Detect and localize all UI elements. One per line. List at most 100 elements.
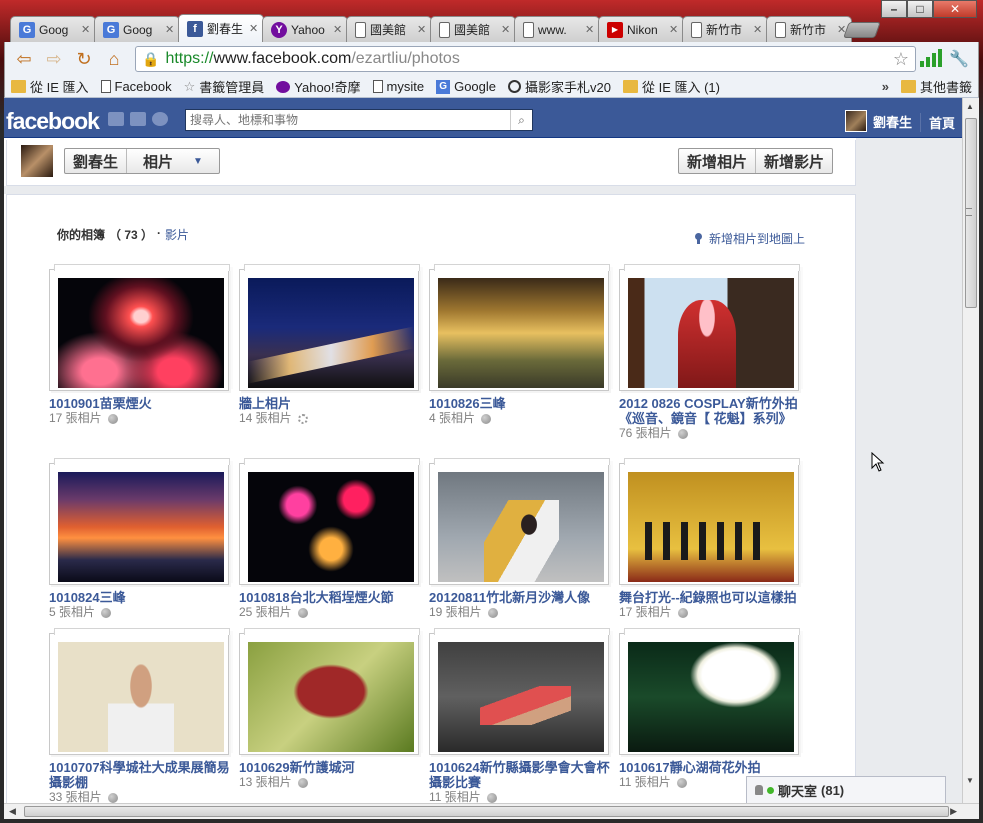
album-name[interactable]: 1010826三峰 bbox=[429, 396, 613, 411]
close-window-button[interactable]: ✕ bbox=[933, 0, 977, 18]
album-photo[interactable] bbox=[438, 278, 604, 388]
globe-icon[interactable] bbox=[297, 777, 308, 788]
close-icon[interactable]: ✕ bbox=[669, 23, 679, 36]
videos-link[interactable]: 影片 bbox=[165, 226, 189, 243]
add-video-button[interactable]: 新增影片 bbox=[755, 149, 832, 173]
tab-yahoo[interactable]: Y Yahoo ✕ bbox=[262, 16, 348, 42]
close-icon[interactable]: ✕ bbox=[81, 23, 91, 36]
album-cover[interactable] bbox=[239, 458, 423, 585]
globe-icon[interactable] bbox=[297, 607, 308, 618]
album-cover[interactable] bbox=[49, 458, 233, 585]
scroll-right-arrow-icon[interactable]: ▶ bbox=[950, 806, 957, 817]
album-card[interactable]: 2012 0826 COSPLAY新竹外拍《巡音、鏡音【 花魁】系列》 76 張… bbox=[619, 264, 803, 441]
scroll-up-arrow-icon[interactable]: ▲ bbox=[966, 102, 974, 111]
album-name[interactable]: 1010901苗栗煙火 bbox=[49, 396, 233, 411]
album-photo[interactable] bbox=[628, 642, 794, 752]
search-input[interactable] bbox=[186, 110, 510, 130]
avatar[interactable] bbox=[21, 145, 53, 177]
globe-icon[interactable] bbox=[487, 607, 498, 618]
search-icon[interactable]: ⌕ bbox=[510, 110, 532, 130]
album-cover[interactable] bbox=[619, 628, 803, 755]
bookmark-star-icon[interactable]: ☆ bbox=[893, 49, 909, 70]
wrench-icon[interactable]: 🔧 bbox=[946, 46, 972, 72]
album-card[interactable]: 1010818台北大稻埕煙火節 25 張相片 bbox=[239, 458, 423, 620]
album-photo[interactable] bbox=[58, 472, 224, 582]
tab-google-1[interactable]: G Goog ✕ bbox=[10, 16, 96, 42]
signal-icon[interactable] bbox=[920, 48, 942, 70]
close-icon[interactable]: ✕ bbox=[333, 23, 343, 36]
album-name[interactable]: 20120811竹北新月沙灣人像 bbox=[429, 590, 613, 605]
tab-hsinchu-1[interactable]: 新竹市 ✕ bbox=[682, 16, 768, 42]
vertical-scrollbar[interactable]: ▲ ▼ bbox=[962, 98, 979, 803]
tab-hsinchu-2[interactable]: 新竹市 ✕ bbox=[766, 16, 852, 42]
album-photo[interactable] bbox=[248, 642, 414, 752]
globe-icon[interactable] bbox=[677, 607, 688, 618]
tab-google-2[interactable]: G Goog ✕ bbox=[94, 16, 180, 42]
album-name[interactable]: 1010617靜心湖荷花外拍 bbox=[619, 760, 803, 775]
album-name[interactable]: 1010707科學城社大成果展簡易攝影棚 bbox=[49, 760, 233, 790]
album-card[interactable]: 1010617靜心湖荷花外拍 11 張相片 bbox=[619, 628, 803, 790]
album-photo[interactable] bbox=[628, 278, 794, 388]
album-card[interactable]: 牆上相片 14 張相片 bbox=[239, 264, 423, 426]
horizontal-scrollbar[interactable]: ◀ ▶ bbox=[4, 803, 979, 819]
album-photo[interactable] bbox=[438, 642, 604, 752]
album-photo[interactable] bbox=[58, 278, 224, 388]
breadcrumb-name[interactable]: 劉春生 bbox=[65, 149, 126, 173]
minimize-button[interactable]: – bbox=[881, 0, 907, 18]
bookmark-ie-import[interactable]: 從 IE 匯入 bbox=[11, 77, 89, 96]
add-to-map-link[interactable]: 新增相片到地圖上 bbox=[694, 230, 805, 247]
bookmark-facebook[interactable]: Facebook bbox=[100, 79, 172, 94]
globe-icon[interactable] bbox=[107, 413, 118, 424]
home-link[interactable]: 首頁 bbox=[920, 113, 955, 132]
breadcrumb-section[interactable]: 相片 ▼ bbox=[127, 149, 219, 173]
add-photos-button[interactable]: 新增相片 bbox=[679, 149, 755, 173]
close-icon[interactable]: ✕ bbox=[585, 23, 595, 36]
friend-requests-icon[interactable] bbox=[108, 112, 124, 126]
address-bar[interactable]: 🔒 https://www.facebook.com/ezartliu/phot… bbox=[135, 46, 916, 72]
scrollbar-thumb[interactable] bbox=[24, 806, 949, 817]
scroll-down-arrow-icon[interactable]: ▼ bbox=[966, 776, 974, 785]
album-cover[interactable] bbox=[239, 264, 423, 391]
album-photo[interactable] bbox=[248, 472, 414, 582]
bookmark-google[interactable]: G Google bbox=[436, 79, 496, 94]
album-card[interactable]: 1010824三峰 5 張相片 bbox=[49, 458, 233, 620]
album-photo[interactable] bbox=[438, 472, 604, 582]
bookmark-manager[interactable]: ☆ 書籤管理員 bbox=[184, 77, 265, 96]
back-button[interactable]: ⇦ bbox=[11, 46, 37, 72]
album-name[interactable]: 舞台打光--紀錄照也可以這樣拍 bbox=[619, 590, 803, 605]
facebook-logo[interactable]: facebook bbox=[6, 108, 100, 135]
close-icon[interactable]: ✕ bbox=[753, 23, 763, 36]
close-icon[interactable]: ✕ bbox=[165, 23, 175, 36]
bookmark-photographer[interactable]: 攝影家手札v20 bbox=[508, 77, 611, 96]
album-card[interactable]: 1010707科學城社大成果展簡易攝影棚 33 張相片 bbox=[49, 628, 233, 803]
bookmark-ie-import-1[interactable]: 從 IE 匯入 (1) bbox=[622, 77, 720, 96]
globe-icon[interactable] bbox=[676, 777, 687, 788]
album-cover[interactable] bbox=[49, 628, 233, 755]
album-cover[interactable] bbox=[619, 458, 803, 585]
album-photo[interactable] bbox=[248, 278, 414, 388]
album-card[interactable]: 舞台打光--紀錄照也可以這樣拍 17 張相片 bbox=[619, 458, 803, 620]
album-name[interactable]: 1010818台北大稻埕煙火節 bbox=[239, 590, 423, 605]
album-name[interactable]: 1010824三峰 bbox=[49, 590, 233, 605]
globe-icon[interactable] bbox=[481, 413, 492, 424]
bookmark-other[interactable]: 其他書籤 bbox=[900, 77, 972, 96]
album-name[interactable]: 牆上相片 bbox=[239, 396, 423, 411]
chat-bar[interactable]: 聊天室 (81) bbox=[746, 776, 946, 803]
album-cover[interactable] bbox=[429, 458, 613, 585]
reload-button[interactable]: ↻ bbox=[71, 46, 97, 72]
album-photo[interactable] bbox=[58, 642, 224, 752]
album-card[interactable]: 1010629新竹護城河 13 張相片 bbox=[239, 628, 423, 790]
album-name[interactable]: 1010624新竹縣攝影學會大會杯攝影比賽 bbox=[429, 760, 613, 790]
scroll-left-arrow-icon[interactable]: ◀ bbox=[9, 806, 16, 817]
globe-icon[interactable] bbox=[486, 792, 497, 803]
tab-nikon[interactable]: ▶ Nikon ✕ bbox=[598, 16, 684, 42]
album-name[interactable]: 2012 0826 COSPLAY新竹外拍《巡音、鏡音【 花魁】系列》 bbox=[619, 396, 803, 426]
album-name[interactable]: 1010629新竹護城河 bbox=[239, 760, 423, 775]
album-card[interactable]: 1010826三峰 4 張相片 bbox=[429, 264, 613, 426]
album-photo[interactable] bbox=[628, 472, 794, 582]
new-tab-button[interactable] bbox=[843, 22, 881, 38]
close-icon[interactable]: ✕ bbox=[417, 23, 427, 36]
album-cover[interactable] bbox=[619, 264, 803, 391]
album-cover[interactable] bbox=[429, 628, 613, 755]
gear-icon[interactable] bbox=[297, 413, 308, 424]
